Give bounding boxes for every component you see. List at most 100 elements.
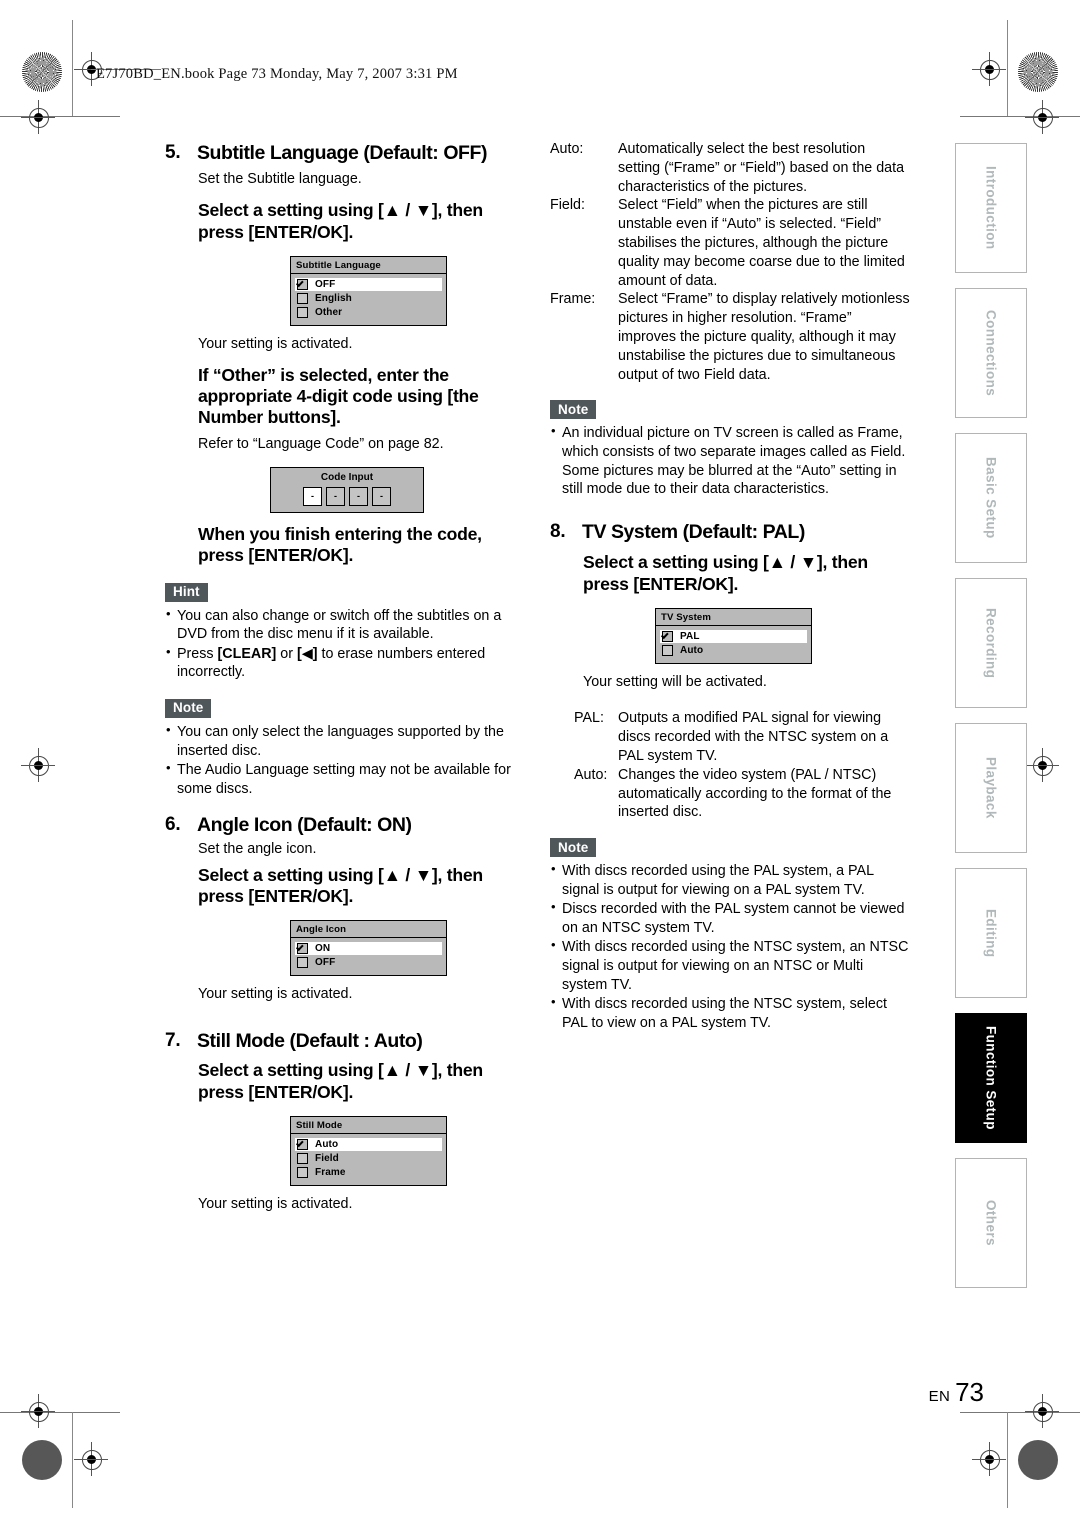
note-block-still-mode: Note An individual picture on TV screen … [550, 384, 910, 498]
note-badge: Note [550, 838, 597, 858]
code-digit-box[interactable]: - [303, 486, 322, 506]
checkbox-icon [297, 1152, 308, 1164]
reference-text: Refer to “Language Code” on page 82. [198, 435, 444, 452]
print-rosette-bottom-right [1018, 1440, 1058, 1480]
section-tv-system: 8. TV System (Default: PAL) Select a set… [550, 521, 910, 692]
definition-term: Auto: [574, 766, 608, 783]
registration-mark-bottom-left-outer [21, 1394, 55, 1428]
page-footer: EN 73 [929, 1377, 984, 1408]
step-instruction: Select a setting using [▲ / ▼], then pre… [198, 864, 483, 907]
osd-option-label: Field [315, 1152, 339, 1164]
list-item: Press [CLEAR] or [◀] to erase numbers en… [165, 644, 525, 682]
osd-title: Subtitle Language [291, 257, 446, 274]
step-instruction: Select a setting using [▲ / ▼], then pre… [583, 552, 868, 594]
osd-tv-system: TV System PAL Auto [655, 608, 812, 664]
definition-term: PAL: [574, 710, 604, 727]
index-tab-label: Introduction [983, 166, 999, 250]
definition-description: Changes the video system (PAL / NTSC) au… [618, 766, 892, 821]
osd-option-label: Frame [315, 1166, 346, 1178]
index-tab-label: Others [983, 1200, 999, 1246]
section-intro: Set the Subtitle language. [198, 171, 362, 188]
index-tab-basic-setup[interactable]: Basic Setup [955, 433, 1027, 563]
crop-line-bottom-left [0, 1412, 120, 1413]
result-text: Your setting will be activated. [583, 673, 767, 690]
registration-mark-bottom-right-outer [1025, 1394, 1059, 1428]
osd-option-row[interactable]: OFF [295, 277, 442, 291]
osd-option-row[interactable]: English [295, 292, 442, 305]
note-block-tv-system: Note With discs recorded using the PAL s… [550, 822, 910, 1032]
osd-option-label: ON [315, 942, 331, 954]
definition-term: Field: [550, 197, 585, 214]
definition-term: Frame: [550, 291, 596, 308]
list-item: With discs recorded using the NTSC syste… [550, 937, 910, 994]
crop-line-top-right [960, 116, 1080, 117]
result-text: Your setting is activated. [198, 985, 353, 1002]
osd-option-row[interactable]: ON [295, 941, 442, 955]
code-digit-box[interactable]: - [349, 486, 368, 506]
osd-option-row[interactable]: Auto [660, 644, 807, 657]
registration-mark-mid-right [1025, 748, 1059, 782]
osd-title: TV System [656, 609, 811, 626]
section-title: Angle Icon (Default: ON) [197, 814, 412, 837]
list-item: You can only select the languages suppor… [165, 722, 525, 760]
osd-option-label: Auto [315, 1138, 339, 1150]
list-item: The Audio Language setting may not be av… [165, 760, 525, 798]
osd-option-row[interactable]: Field [295, 1152, 442, 1165]
footer-language-code: EN [928, 1388, 951, 1405]
index-tab-recording[interactable]: Recording [955, 578, 1027, 708]
checkbox-icon [297, 956, 308, 968]
section-subtitle-language: 5. Subtitle Language (Default: OFF) Set … [165, 142, 525, 567]
section-still-mode: 7. Still Mode (Default : Auto) Select a … [165, 1030, 525, 1214]
registration-mark-bottom-left-inner [74, 1442, 108, 1476]
print-rosette-top-right [1018, 52, 1058, 92]
section-number: 5. [165, 142, 181, 163]
index-tab-function-setup[interactable]: Function Setup [955, 1013, 1027, 1143]
step-instruction-finish: When you finish entering the code, press… [198, 523, 482, 566]
spine-line-bottom-right [1007, 1412, 1008, 1508]
osd-option-label: PAL [680, 630, 700, 642]
osd-angle-icon: Angle Icon ON OFF [290, 920, 447, 976]
manual-page: E7J70BD_EN.book Page 73 Monday, May 7, 2… [0, 0, 1080, 1528]
osd-still-mode: Still Mode Auto Field Frame [290, 1116, 447, 1186]
registration-mark-top-right-inner [972, 52, 1006, 86]
osd-option-label: Other [315, 306, 343, 318]
registration-mark-top-right-outer [1025, 100, 1059, 134]
index-tab-label: Editing [983, 908, 999, 958]
osd-option-row[interactable]: Auto [295, 1137, 442, 1151]
index-tab-playback[interactable]: Playback [955, 723, 1027, 853]
index-tab-connections[interactable]: Connections [955, 288, 1027, 418]
footer-page-number: 73 [955, 1377, 984, 1407]
right-column: Auto: Automatically select the best reso… [550, 140, 910, 1033]
index-tab-label: Playback [983, 757, 999, 819]
code-digit-box[interactable]: - [372, 486, 391, 506]
index-tab-label: Basic Setup [983, 457, 999, 539]
osd-option-row[interactable]: Frame [295, 1166, 442, 1179]
definition-description: Outputs a modified PAL signal for viewin… [618, 710, 889, 764]
osd-title: Angle Icon [291, 921, 446, 938]
crop-line-bottom-right [960, 1412, 1080, 1413]
note-list: You can only select the languages suppor… [165, 722, 525, 798]
list-item: You can also change or switch off the su… [165, 606, 525, 644]
definition-description: Automatically select the best resolution… [618, 141, 905, 195]
checkbox-icon [662, 644, 673, 656]
note-list: An individual picture on TV screen is ca… [550, 423, 910, 498]
tv-system-definitions: PAL: Outputs a modified PAL signal for v… [550, 709, 910, 822]
index-tab-others[interactable]: Others [955, 1158, 1027, 1288]
section-title: Still Mode (Default : Auto) [197, 1029, 423, 1052]
print-rosette-bottom-left [22, 1440, 62, 1480]
definition-row: Auto: Automatically select the best reso… [550, 140, 910, 196]
list-item: With discs recorded using the PAL system… [550, 861, 910, 899]
note-list: With discs recorded using the PAL system… [550, 861, 910, 1032]
osd-option-row[interactable]: Other [295, 306, 442, 319]
osd-option-list: PAL Auto [656, 626, 811, 663]
list-item: An individual picture on TV screen is ca… [550, 423, 910, 498]
list-item: Discs recorded with the PAL system canno… [550, 899, 910, 937]
definition-description: Select “Frame” to display relatively mot… [618, 291, 910, 383]
code-digit-box[interactable]: - [326, 486, 345, 506]
osd-option-row[interactable]: OFF [295, 956, 442, 969]
index-tab-introduction[interactable]: Introduction [955, 143, 1027, 273]
hint-list: You can also change or switch off the su… [165, 606, 525, 682]
osd-option-row[interactable]: PAL [660, 629, 807, 643]
definition-term: Auto: [550, 141, 584, 157]
index-tab-editing[interactable]: Editing [955, 868, 1027, 998]
